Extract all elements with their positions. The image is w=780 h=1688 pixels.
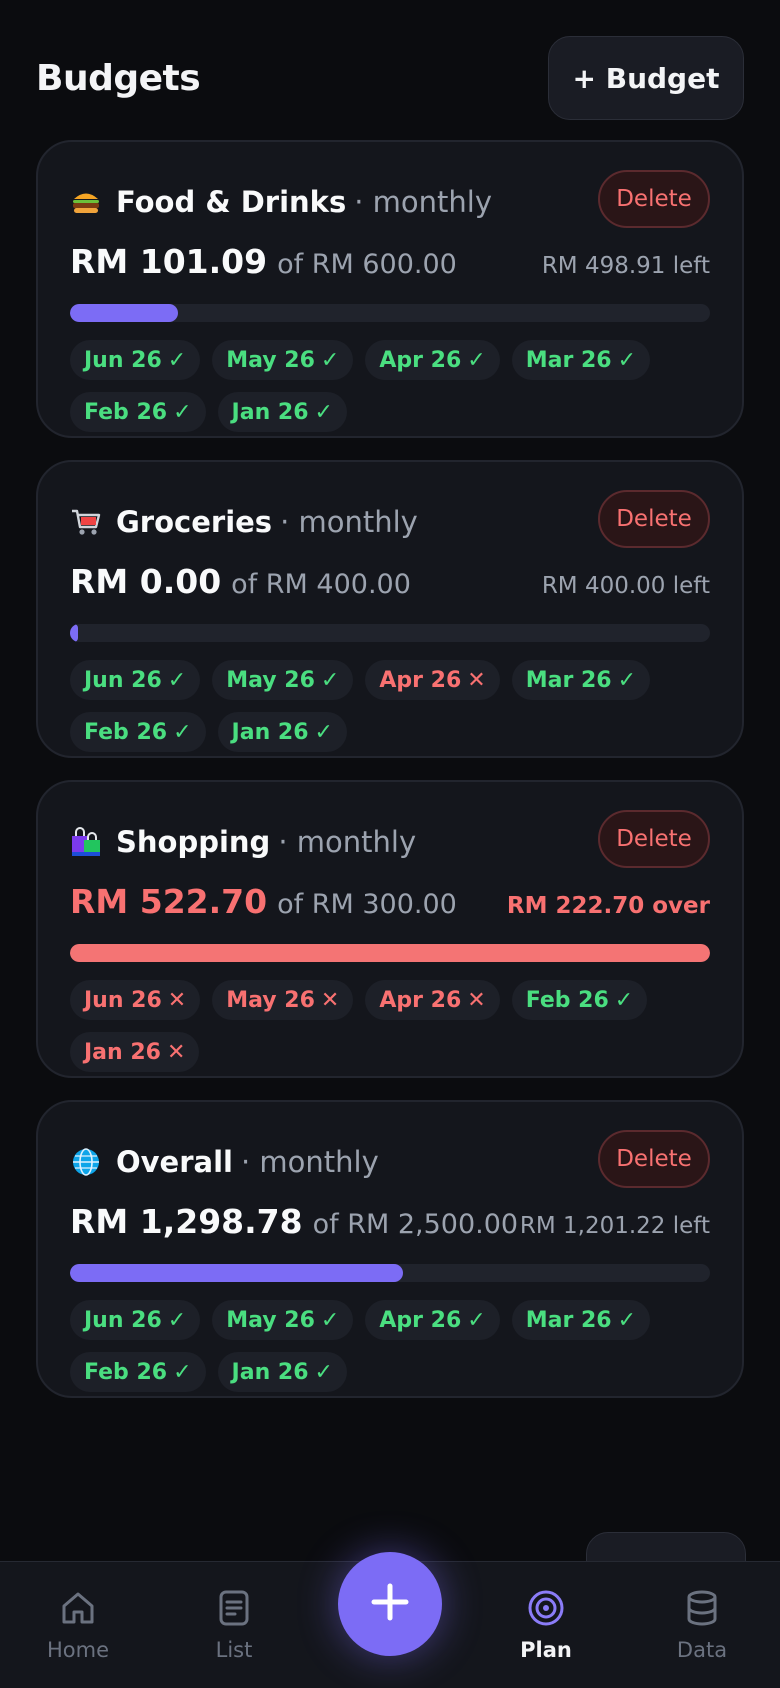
month-history: Jun 26 ✓ May 26 ✓ Apr 26 ✕ Mar 26 ✓ Feb 26 ✓ … [70,660,710,752]
month-chip: Apr 26 ✓ [365,1300,500,1340]
progress-bar [70,1264,710,1282]
spent-amount: RM 0.00 [70,562,222,601]
nav-home-label: Home [46,1638,109,1662]
delete-button[interactable]: Delete [598,490,710,548]
category-name: Overall [116,1145,233,1179]
month-chip: Feb 26 ✓ [70,392,206,432]
globe-icon [70,1146,102,1178]
header: Budgets + Budget [36,36,744,120]
target-icon [526,1588,566,1632]
month-chip: Apr 26 ✕ [365,980,500,1020]
nav-plan[interactable]: Plan [486,1588,606,1662]
month-chip: Jun 26 ✓ [70,340,201,380]
add-budget-button[interactable]: + Budget [548,36,744,120]
page-title: Budgets [36,57,201,99]
database-icon [682,1588,722,1632]
month-chip: Jun 26 ✓ [70,1300,201,1340]
month-history: Jun 26 ✓ May 26 ✓ Apr 26 ✓ Mar 26 ✓ Feb 26 ✓ … [70,1300,710,1392]
list-icon [214,1588,254,1632]
nav-data-label: Data [676,1638,728,1662]
month-history: Jun 26 ✕ May 26 ✕ Apr 26 ✕ Feb 26 ✓ Jan 26 ✕ [70,980,710,1072]
category-period: · monthly [240,1145,379,1179]
month-chip: Feb 26 ✓ [511,980,648,1020]
month-chip: Jun 26 ✕ [70,980,201,1020]
progress-fill [70,1264,403,1282]
month-chip: Apr 26 ✕ [365,660,500,700]
spent-amount: RM 1,298.78 [70,1202,303,1241]
budget-limit: of RM 300.00 [277,889,457,920]
budget-list: Food & Drinks · monthly Delete RM 101.09… [36,140,744,1420]
shopping-cart-icon [70,506,102,538]
burger-icon [70,186,102,218]
month-chip: Jan 26 ✓ [217,1352,347,1392]
delete-button[interactable]: Delete [598,170,710,228]
progress-bar [70,944,710,962]
month-chip: Feb 26 ✓ [70,1352,206,1392]
remaining-amount: RM 400.00 left [541,573,710,599]
month-chip: Mar 26 ✓ [511,340,651,380]
nav-list-label: List [215,1638,253,1662]
month-chip: Jan 26 ✓ [217,712,347,752]
nav-home[interactable]: Home [18,1588,138,1662]
month-chip: Jan 26 ✕ [70,1032,200,1072]
remaining-amount: RM 1,201.22 left [519,1213,710,1239]
month-chip: Feb 26 ✓ [70,712,206,752]
spent-amount: RM 522.70 [70,882,268,921]
home-icon [58,1588,98,1632]
nav-data[interactable]: Data [642,1588,762,1662]
category-name: Food & Drinks [116,185,347,219]
budget-card: Overall · monthly Delete RM 1,298.78 of … [36,1100,744,1398]
remaining-amount: RM 498.91 left [541,253,710,279]
month-chip: May 26 ✕ [212,980,354,1020]
month-chip: Jun 26 ✓ [70,660,201,700]
progress-fill [70,624,78,642]
shopping-bags-icon [70,826,102,858]
nav-list[interactable]: List [174,1588,294,1662]
month-chip: May 26 ✓ [212,1300,354,1340]
add-transaction-button[interactable] [338,1552,442,1656]
category-period: · monthly [278,825,417,859]
progress-fill [70,304,178,322]
month-chip: Jan 26 ✓ [217,392,347,432]
month-chip: May 26 ✓ [212,660,354,700]
budget-card: Shopping · monthly Delete RM 522.70 of R… [36,780,744,1078]
budget-limit: of RM 2,500.00 [312,1209,519,1240]
month-chip: Mar 26 ✓ [511,660,651,700]
month-chip: Apr 26 ✓ [365,340,500,380]
category-name: Shopping [116,825,271,859]
delete-button[interactable]: Delete [598,810,710,868]
progress-bar [70,304,710,322]
category-name: Groceries [116,505,273,539]
progress-bar [70,624,710,642]
month-chip: Mar 26 ✓ [511,1300,651,1340]
budget-card: Groceries · monthly Delete RM 0.00 of RM… [36,460,744,758]
nav-plan-label: Plan [520,1638,572,1662]
overspent-amount: RM 222.70 over [506,893,710,919]
budget-limit: of RM 400.00 [231,569,411,600]
month-history: Jun 26 ✓ May 26 ✓ Apr 26 ✓ Mar 26 ✓ Feb 26 ✓ … [70,340,710,432]
category-period: · monthly [354,185,493,219]
delete-button[interactable]: Delete [598,1130,710,1188]
category-period: · monthly [280,505,418,539]
budget-card: Food & Drinks · monthly Delete RM 101.09… [36,140,744,438]
budget-limit: of RM 600.00 [277,249,457,280]
plus-icon [368,1580,412,1628]
spent-amount: RM 101.09 [70,242,268,281]
month-chip: May 26 ✓ [212,340,354,380]
progress-fill [70,944,710,962]
